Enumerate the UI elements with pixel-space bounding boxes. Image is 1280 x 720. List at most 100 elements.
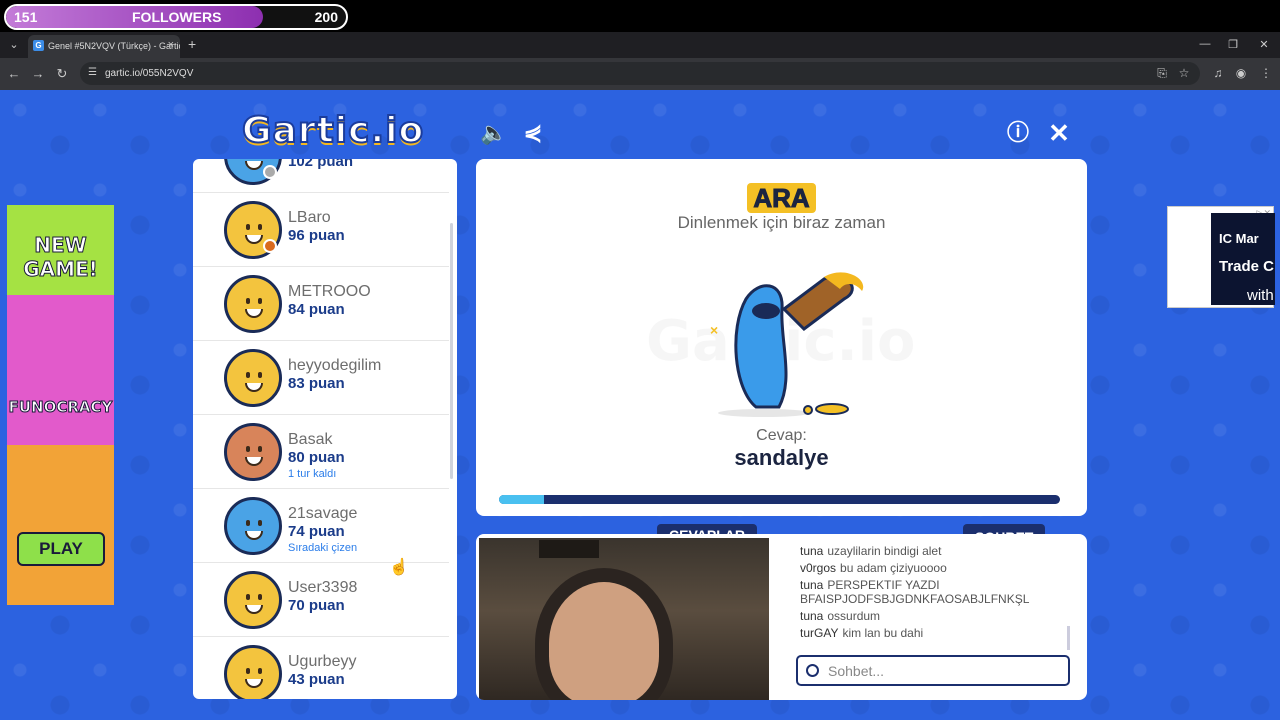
player-row[interactable]: 102 puan [193, 159, 449, 193]
player-name: METROOO [288, 283, 371, 300]
media-icon[interactable]: ♫ [1210, 66, 1226, 80]
chat-username[interactable]: tuna [800, 544, 823, 558]
chat-text: ossurdum [827, 609, 881, 623]
player-score: 74 puan [288, 523, 345, 540]
round-timer-fill [499, 495, 544, 504]
round-status-label: ARA [747, 183, 816, 214]
player-status-dot [263, 239, 277, 253]
gartic-logo[interactable]: Gartic.io [241, 109, 424, 154]
chat-username[interactable]: v0rgos [800, 561, 836, 575]
player-row[interactable]: heyyodegilim 83 puan [193, 341, 449, 415]
forward-icon[interactable]: → [30, 66, 46, 81]
player-score: 96 puan [288, 227, 345, 244]
player-score: 70 puan [288, 597, 345, 614]
player-row[interactable]: LBaro 96 puan [193, 193, 449, 267]
right-ad-banner[interactable]: ▷✕ IC Mar Trade C with [1167, 206, 1275, 308]
player-status-dot [263, 165, 277, 179]
streamer-face [549, 582, 659, 700]
chat-username[interactable]: tuna [800, 578, 823, 592]
chat-panel: tuna uzaylilarin bindigi alet v0rgos bu ada… [476, 534, 1087, 700]
new-tab-icon[interactable]: + [188, 36, 196, 52]
resting-mascot-icon: × [710, 272, 864, 417]
followers-label: FOLLOWERS [132, 9, 222, 25]
chat-scrollbar[interactable] [1067, 626, 1070, 650]
player-avatar [224, 275, 282, 333]
player-avatar [224, 497, 282, 555]
reload-icon[interactable]: ↻ [54, 66, 70, 82]
player-list-scrollbar[interactable] [450, 223, 453, 479]
round-subtitle: Dinlenmek için biraz zaman [677, 213, 886, 232]
sound-icon[interactable]: 🔈 [480, 120, 507, 146]
player-row[interactable]: User3398 70 puan [193, 563, 449, 637]
ad-play-button[interactable]: PLAY [17, 532, 105, 566]
tab-title: Genel #5N2VQV (Türkçe) - Gartic.io [48, 41, 180, 51]
close-tab-icon[interactable]: × [168, 39, 174, 51]
player-row[interactable]: Basak 80 puan 1 tur kaldı [193, 415, 449, 489]
round-timer-bar [499, 495, 1060, 504]
share-icon[interactable]: ⋞ [520, 120, 546, 146]
chat-username[interactable]: turGAY [800, 626, 838, 640]
svg-text:×: × [710, 322, 718, 338]
browser-tab-bar: ⌄ G Genel #5N2VQV (Türkçe) - Gartic.io ×… [0, 32, 1280, 58]
mouse-cursor-icon: ☝ [389, 559, 409, 576]
player-name: User3398 [288, 579, 358, 596]
ad-brand: FUNOCRACY [8, 398, 113, 417]
back-icon[interactable]: ← [6, 66, 22, 81]
background-frame [539, 540, 599, 558]
round-status: ARA [476, 183, 1087, 214]
player-avatar [224, 645, 282, 699]
minimize-icon[interactable]: — [1198, 38, 1212, 50]
address-bar-row: ← → ↻ ☰ gartic.io/055N2VQV ⎘ ☆ ♫ ◉ ⋮ [0, 58, 1280, 90]
player-list: 102 puan LBaro 96 puan METROOO 84 puan heyyod… [193, 159, 457, 699]
chat-text: uzaylilarin bindigi alet [827, 544, 942, 558]
bookmark-star-icon[interactable]: ☆ [1176, 66, 1192, 80]
left-ad-banner[interactable]: NEW GAME! FUNOCRACY PLAY [7, 205, 114, 605]
chat-input[interactable]: Sohbet... [796, 655, 1070, 686]
chat-message: tuna ossurdum [800, 609, 1070, 623]
game-card: ARA Dinlenmek için biraz zaman Gartic.io… [476, 159, 1087, 516]
chat-username[interactable]: tuna [800, 609, 823, 623]
player-row[interactable]: 21savage 74 puan Sıradaki çizen [193, 489, 449, 563]
window-close-icon[interactable]: ✕ [1257, 38, 1271, 51]
player-name: LBaro [288, 209, 331, 226]
favicon-icon: G [33, 40, 44, 51]
close-icon[interactable]: ✕ [1046, 120, 1072, 146]
browser-menu-icon[interactable]: ⋮ [1258, 66, 1274, 80]
player-score: 102 puan [288, 159, 354, 170]
install-icon[interactable]: ⎘ [1154, 66, 1170, 81]
chat-message: tuna uzaylilarin bindigi alet [800, 544, 1070, 558]
browser-tab[interactable]: G Genel #5N2VQV (Türkçe) - Gartic.io × [28, 35, 180, 58]
ad-game: GAME! [23, 257, 99, 282]
chat-message: tuna PERSPEKTIF YAZDI BFAISPJODFSBJGDNKFA… [800, 578, 1070, 606]
profile-icon[interactable]: ◉ [1233, 66, 1249, 80]
chat-text: bu adam çiziyuoooo [840, 561, 947, 575]
player-score: 80 puan [288, 449, 345, 466]
player-name: Ugurbeyy [288, 653, 357, 670]
followers-goal: 200 [314, 9, 338, 25]
player-avatar [224, 571, 282, 629]
player-row[interactable]: Ugurbeyy 43 puan [193, 637, 449, 699]
player-note: Sıradaki çizen [288, 542, 358, 554]
tab-search-icon[interactable]: ⌄ [6, 38, 22, 54]
followers-current: 151 [14, 9, 38, 25]
url-field[interactable]: ☰ gartic.io/055N2VQV [80, 62, 1200, 85]
chat-text: PERSPEKTIF YAZDI BFAISPJODFSBJGDNKFAOSAB… [800, 578, 1030, 606]
gartic-page: Gartic.io 🔈 ⋞ ⓘ ✕ NEW GAME! FUNOCRACY PL… [0, 90, 1280, 720]
chat-message: turGAY kim lan bu dahi [800, 626, 1070, 640]
player-name: Basak [288, 431, 333, 448]
player-name: heyyodegilim [288, 357, 382, 374]
player-score: 83 puan [288, 375, 345, 392]
player-row[interactable]: METROOO 84 puan [193, 267, 449, 341]
maximize-icon[interactable]: ❐ [1226, 38, 1240, 51]
player-avatar [224, 423, 282, 481]
webcam-overlay [479, 538, 769, 700]
player-name: 21savage [288, 505, 358, 522]
chat-bubble-icon [806, 664, 819, 677]
player-score: 84 puan [288, 301, 345, 318]
followers-goal-bar: 151 FOLLOWERS 200 [4, 4, 348, 30]
site-info-icon[interactable]: ☰ [88, 67, 97, 78]
info-icon[interactable]: ⓘ [1005, 120, 1031, 146]
ad-right-line2: with [1247, 287, 1274, 304]
player-note: 1 tur kaldı [288, 468, 337, 480]
chat-input-placeholder: Sohbet... [828, 663, 885, 679]
